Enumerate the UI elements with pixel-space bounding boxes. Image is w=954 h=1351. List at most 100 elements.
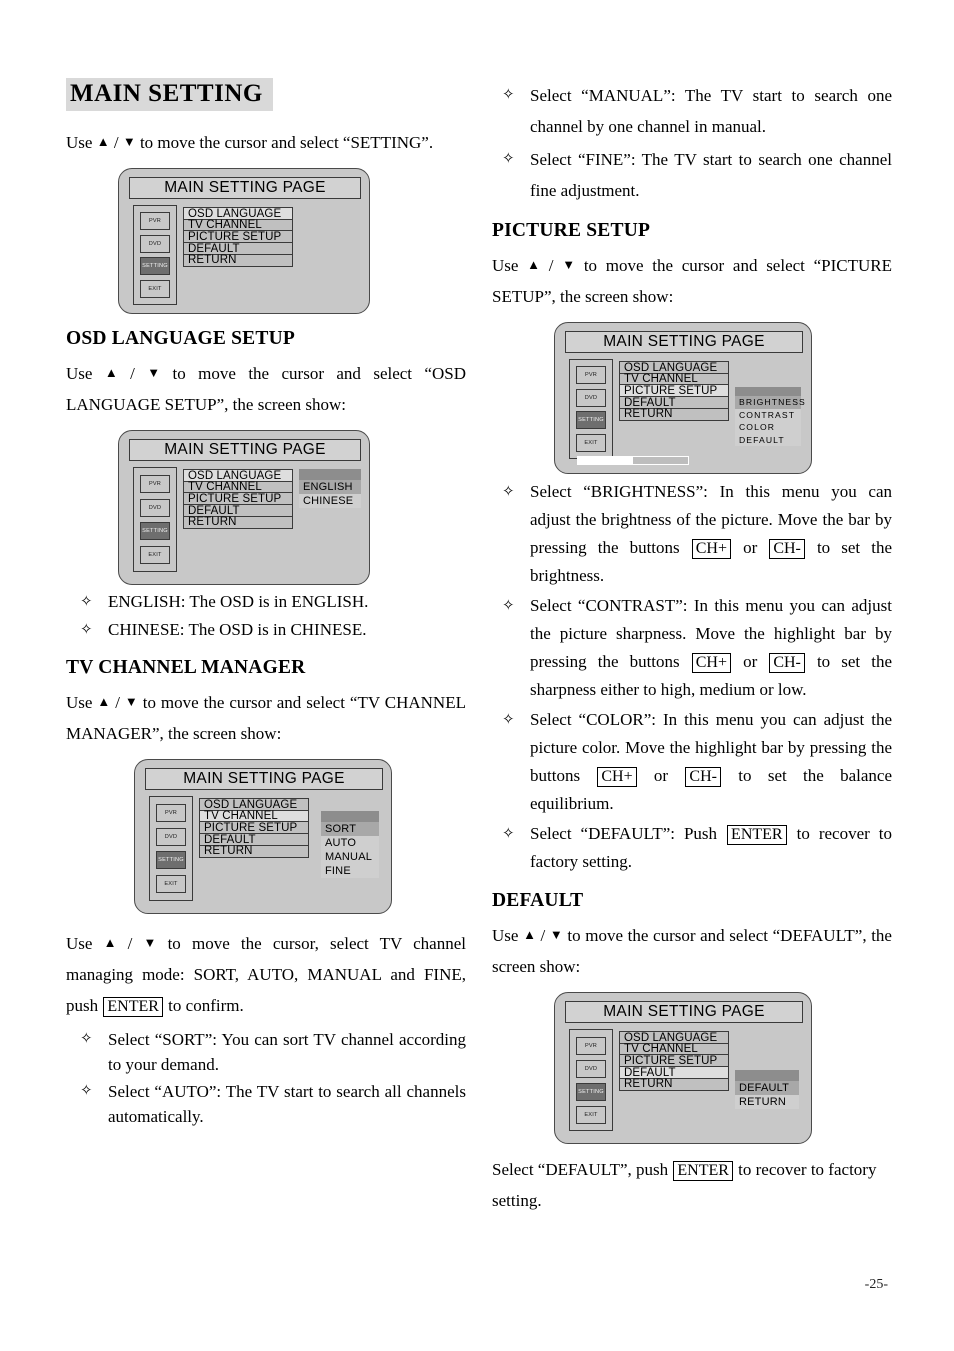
default-text-before: Use bbox=[492, 926, 524, 945]
right-top-bullets: Select “MANUAL”: The TV start to search … bbox=[492, 80, 892, 206]
osd-menu-list: OSD LANGUAGE TV CHANNEL PICTURE SETUP DE… bbox=[619, 361, 729, 421]
diagram-osd-language-wrap: MAIN SETTING PAGE PVR DVD SETTING EXIT O… bbox=[66, 430, 466, 585]
osd-submenu-item-manual[interactable]: MANUAL bbox=[321, 850, 379, 864]
page-title: MAIN SETTING bbox=[66, 78, 273, 111]
heading-picture-setup: PICTURE SETUP bbox=[492, 220, 651, 241]
osd-side-button-exit[interactable]: EXIT bbox=[139, 279, 171, 298]
arrow-updown-icons: ▲ / ▼ bbox=[96, 133, 136, 152]
intro-text-after: to move the cursor and select “SETTING”. bbox=[135, 133, 434, 152]
osd-menu-item-osd-language[interactable]: OSD LANGUAGE bbox=[183, 207, 293, 220]
key-ch-keycap[interactable]: CH- bbox=[769, 539, 805, 559]
osd-submenu-item-sort[interactable]: SORT bbox=[321, 822, 379, 836]
list-item: Select “SORT”: You can sort TV channel a… bbox=[80, 1027, 466, 1077]
arrow-up-icon: ▲ bbox=[103, 935, 117, 950]
heading-osd-language-setup: OSD LANGUAGE SETUP bbox=[66, 328, 295, 349]
osd-side-panel: PVR DVD SETTING EXIT bbox=[569, 359, 613, 459]
list-item: ENGLISH: The OSD is in ENGLISH. bbox=[80, 589, 466, 615]
list-item: Select “COLOR”: In this menu you can adj… bbox=[502, 706, 892, 818]
key-ch-keycap[interactable]: CH+ bbox=[597, 767, 637, 787]
osd-menu-item-picture-setup[interactable]: PICTURE SETUP bbox=[183, 230, 293, 244]
arrow-down-icon: ▼ bbox=[549, 927, 563, 942]
osd-language-text-before: Use bbox=[66, 364, 105, 383]
osd-menu-item-picture-setup[interactable]: PICTURE SETUP bbox=[619, 1054, 729, 1068]
osd-side-button-exit[interactable]: EXIT bbox=[155, 875, 187, 894]
osd-menu-item-return[interactable]: RETURN bbox=[183, 515, 293, 529]
osd-menu-list: OSD LANGUAGE TV CHANNEL PICTURE SETUP DE… bbox=[183, 469, 293, 529]
arrow-up-icon: ▲ bbox=[527, 257, 541, 272]
key-ch-keycap[interactable]: CH+ bbox=[691, 539, 731, 559]
osd-submenu-header bbox=[321, 811, 379, 822]
osd-side-button-dvd[interactable]: DVD bbox=[575, 1059, 607, 1078]
osd-submenu-language: ENGLISH CHINESE bbox=[299, 469, 361, 508]
osd-menu-item-picture-setup[interactable]: PICTURE SETUP bbox=[183, 492, 293, 506]
key-ch-keycap[interactable]: CH- bbox=[769, 653, 805, 673]
osd-submenu-item-fine[interactable]: FINE bbox=[321, 864, 379, 878]
left-column: MAIN SETTING Use ▲ / ▼ to move the curso… bbox=[66, 78, 466, 1133]
osd-menu-item-picture-setup[interactable]: PICTURE SETUP bbox=[619, 384, 729, 398]
osd-side-button-setting[interactable]: SETTING bbox=[575, 411, 607, 430]
osd-submenu-item-return[interactable]: RETURN bbox=[735, 1095, 799, 1109]
tv-channel-paragraph: Use ▲ / ▼ to move the cursor and select … bbox=[66, 687, 466, 749]
arrow-down-icon: ▼ bbox=[143, 935, 157, 950]
osd-menu-item-return[interactable]: RETURN bbox=[619, 407, 729, 421]
osd-menu-item-osd-language[interactable]: OSD LANGUAGE bbox=[619, 1031, 729, 1044]
osd-menu-item-return[interactable]: RETURN bbox=[183, 253, 293, 267]
osd-submenu-item-brightness[interactable]: BRIGHTNESS bbox=[735, 396, 805, 409]
key-ch-keycap[interactable]: CH- bbox=[685, 767, 721, 787]
diagram-default-wrap: MAIN SETTING PAGE PVR DVD SETTING EXIT O… bbox=[492, 992, 892, 1144]
arrow-up-icon: ▲ bbox=[104, 365, 118, 380]
osd-menu-item-osd-language[interactable]: OSD LANGUAGE bbox=[183, 469, 293, 482]
arrow-updown-icons: ▲ / ▼ bbox=[527, 256, 576, 275]
osd-menu-item-return[interactable]: RETURN bbox=[199, 844, 309, 858]
osd-submenu-item-default[interactable]: DEFAULT bbox=[735, 1081, 799, 1095]
osd-submenu-default: DEFAULT RETURN bbox=[735, 1070, 799, 1109]
picture-setup-paragraph: Use ▲ / ▼ to move the cursor and select … bbox=[492, 250, 892, 312]
right-column: Select “MANUAL”: The TV start to search … bbox=[492, 78, 892, 1222]
arrow-up-icon: ▲ bbox=[523, 927, 536, 942]
osd-menu-list: OSD LANGUAGE TV CHANNEL PICTURE SETUP DE… bbox=[183, 207, 293, 267]
arrow-down-icon: ▼ bbox=[147, 365, 161, 380]
osd-submenu-item-auto[interactable]: AUTO bbox=[321, 836, 379, 850]
osd-side-button-setting[interactable]: SETTING bbox=[155, 851, 187, 870]
osd-submenu-item-color[interactable]: COLOR bbox=[735, 421, 801, 434]
osd-side-button-pvr[interactable]: PVR bbox=[575, 1036, 607, 1055]
osd-side-button-pvr[interactable]: PVR bbox=[139, 474, 171, 493]
arrow-down-icon: ▼ bbox=[124, 694, 138, 709]
osd-side-button-pvr[interactable]: PVR bbox=[139, 212, 171, 231]
key-ch-keycap[interactable]: CH+ bbox=[691, 653, 731, 673]
osd-side-button-setting[interactable]: SETTING bbox=[139, 522, 171, 541]
osd-side-button-exit[interactable]: EXIT bbox=[575, 433, 607, 452]
page-number: -25- bbox=[864, 1277, 888, 1292]
osd-menu-item-osd-language[interactable]: OSD LANGUAGE bbox=[619, 361, 729, 374]
osd-submenu-item-chinese[interactable]: CHINESE bbox=[299, 494, 361, 508]
osd-submenu-item-english[interactable]: ENGLISH bbox=[299, 480, 361, 494]
osd-diagram-picture-setup: MAIN SETTING PAGE PVR DVD SETTING EXIT O… bbox=[554, 322, 812, 474]
osd-side-button-dvd[interactable]: DVD bbox=[139, 234, 171, 253]
osd-side-button-pvr[interactable]: PVR bbox=[155, 803, 187, 822]
osd-side-button-setting[interactable]: SETTING bbox=[575, 1082, 607, 1101]
osd-title-bar: MAIN SETTING PAGE bbox=[565, 1001, 803, 1023]
osd-title-bar: MAIN SETTING PAGE bbox=[129, 439, 361, 461]
osd-diagram-main: MAIN SETTING PAGE PVR DVD SETTING EXIT O… bbox=[118, 168, 370, 314]
osd-submenu-item-default[interactable]: DEFAULT bbox=[735, 434, 801, 447]
key-enter-keycap[interactable]: ENTER bbox=[727, 825, 787, 845]
osd-side-panel: PVR DVD SETTING EXIT bbox=[149, 796, 193, 901]
arrow-up-icon: ▲ bbox=[97, 694, 111, 709]
osd-side-button-dvd[interactable]: DVD bbox=[575, 388, 607, 407]
manual-page: MAIN SETTING Use ▲ / ▼ to move the curso… bbox=[0, 0, 954, 1351]
osd-menu-item-return[interactable]: RETURN bbox=[619, 1077, 729, 1091]
osd-side-button-pvr[interactable]: PVR bbox=[575, 366, 607, 385]
osd-menu-item-osd-language[interactable]: OSD LANGUAGE bbox=[199, 798, 309, 811]
osd-menu-item-picture-setup[interactable]: PICTURE SETUP bbox=[199, 821, 309, 835]
enter-keycap[interactable]: ENTER bbox=[673, 1161, 733, 1181]
intro-paragraph: Use ▲ / ▼ to move the cursor and select … bbox=[66, 127, 466, 158]
tv-channel-bullets: Select “SORT”: You can sort TV channel a… bbox=[66, 1027, 466, 1129]
osd-side-button-exit[interactable]: EXIT bbox=[139, 546, 171, 565]
enter-keycap[interactable]: ENTER bbox=[103, 997, 163, 1017]
brightness-progress-bar[interactable] bbox=[577, 456, 689, 465]
osd-submenu-item-contrast[interactable]: CONTRAST bbox=[735, 409, 801, 422]
osd-side-button-dvd[interactable]: DVD bbox=[155, 827, 187, 846]
osd-side-button-dvd[interactable]: DVD bbox=[139, 498, 171, 517]
osd-side-button-exit[interactable]: EXIT bbox=[575, 1105, 607, 1124]
osd-side-button-setting[interactable]: SETTING bbox=[139, 257, 171, 276]
